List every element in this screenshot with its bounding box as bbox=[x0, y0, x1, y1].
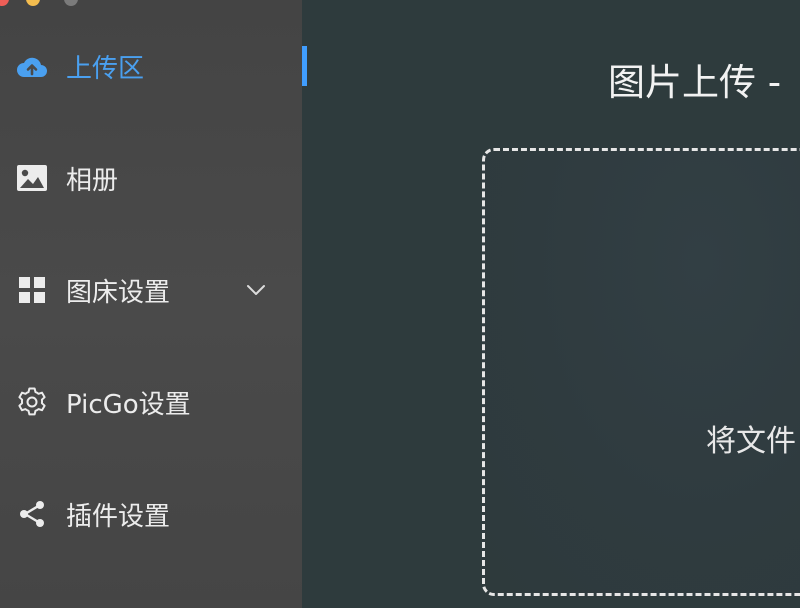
active-indicator bbox=[302, 46, 307, 86]
gear-icon bbox=[16, 386, 48, 418]
sidebar-item-upload[interactable]: 上传区 bbox=[0, 36, 302, 96]
sidebar-item-label: PicGo设置 bbox=[66, 389, 191, 420]
sidebar-item-picgo-settings[interactable]: PicGo设置 bbox=[0, 372, 302, 432]
upload-dropzone[interactable] bbox=[482, 148, 800, 596]
sidebar-item-plugin-settings[interactable]: 插件设置 bbox=[0, 484, 302, 544]
sidebar-item-label: 插件设置 bbox=[66, 501, 171, 532]
page-title: 图片上传 - bbox=[608, 61, 782, 104]
sidebar-item-label: 图床设置 bbox=[66, 277, 171, 308]
minimize-window-button[interactable] bbox=[26, 0, 40, 6]
maximize-window-button[interactable] bbox=[64, 0, 78, 6]
sidebar-item-picbed-settings[interactable]: 图床设置 bbox=[0, 260, 302, 320]
sidebar-item-label: 相册 bbox=[66, 165, 119, 196]
cloud-upload-icon bbox=[16, 50, 48, 82]
share-icon bbox=[16, 498, 48, 530]
image-icon bbox=[16, 162, 48, 194]
sidebar: 上传区 相册 图床设置 PicGo设置 插件设置 bbox=[0, 0, 302, 608]
dropzone-hint-text: 将文件 bbox=[706, 424, 796, 459]
grid-icon bbox=[16, 274, 48, 306]
sidebar-item-album[interactable]: 相册 bbox=[0, 148, 302, 208]
window-controls bbox=[0, 0, 100, 6]
chevron-down-icon[interactable] bbox=[244, 278, 268, 302]
close-window-button[interactable] bbox=[0, 0, 9, 6]
picgo-window: 上传区 相册 图床设置 PicGo设置 插件设置 图片上传 - 将文件 bbox=[0, 0, 800, 608]
sidebar-item-label: 上传区 bbox=[66, 53, 145, 84]
